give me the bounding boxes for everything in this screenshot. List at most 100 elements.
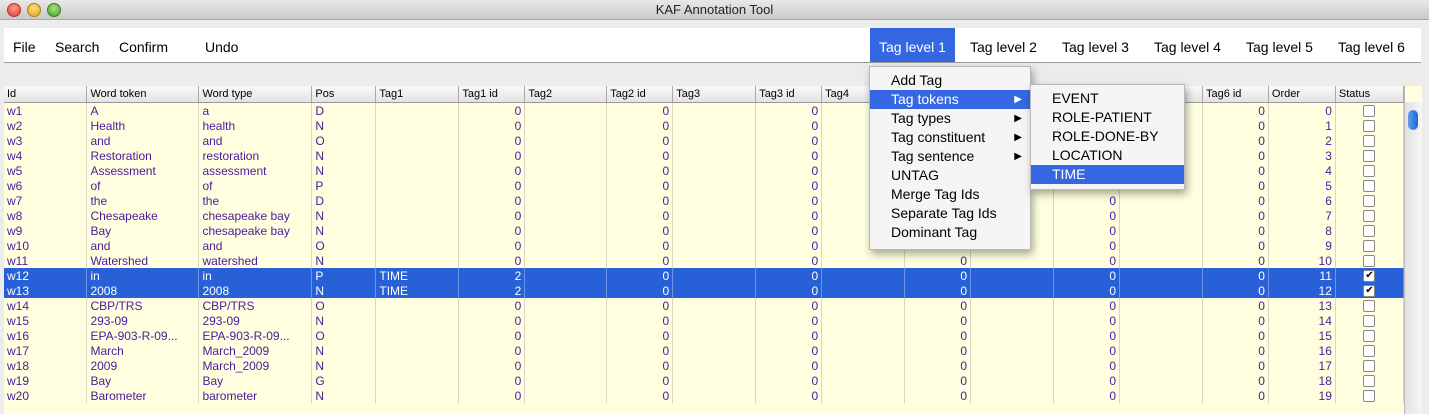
cell-type[interactable]: health bbox=[198, 118, 313, 133]
cell-tag3id[interactable]: 0 bbox=[755, 298, 823, 313]
table-row[interactable]: w6ofofP0000005 bbox=[4, 178, 1404, 193]
status-checkbox[interactable] bbox=[1363, 225, 1376, 238]
cell-order[interactable]: 15 bbox=[1268, 328, 1336, 343]
cell-type[interactable]: Bay bbox=[198, 373, 313, 388]
cell-order[interactable]: 6 bbox=[1268, 193, 1336, 208]
cell-order[interactable]: 2 bbox=[1268, 133, 1336, 148]
cell-pos[interactable]: O bbox=[311, 328, 377, 343]
cell-token[interactable]: March bbox=[86, 343, 200, 358]
table-row[interactable]: w20 Barometer barometer N 0 0 0 0 0 0 19 bbox=[4, 388, 1404, 403]
status-checkbox[interactable] bbox=[1363, 150, 1376, 163]
cell-tag4id[interactable]: 0 bbox=[904, 268, 972, 283]
cell-tag2id[interactable]: 0 bbox=[606, 238, 674, 253]
cell-tag5id[interactable]: 0 bbox=[1053, 373, 1120, 388]
cell-tag1[interactable] bbox=[375, 313, 460, 328]
cell-tag3id[interactable]: 0 bbox=[755, 118, 823, 133]
cell-token[interactable]: the bbox=[86, 193, 200, 208]
cell-tag6id[interactable]: 0 bbox=[1202, 238, 1269, 253]
cell-tag3id[interactable]: 0 bbox=[755, 208, 823, 223]
cell-token[interactable]: Chesapeake bbox=[86, 208, 200, 223]
cell-token[interactable]: EPA-903-R-09... bbox=[86, 328, 200, 343]
tag-level-2-menu[interactable]: Tag level 2 bbox=[961, 28, 1046, 62]
cell-tag6id[interactable]: 0 bbox=[1202, 148, 1269, 163]
cell-tag6id[interactable]: 0 bbox=[1202, 163, 1269, 178]
cell-order[interactable]: 11 bbox=[1268, 268, 1336, 283]
cell-tag1id[interactable]: 0 bbox=[458, 223, 526, 238]
cell-tag1id[interactable]: 0 bbox=[458, 358, 526, 373]
table-row[interactable]: w19 Bay Bay G 0 0 0 0 0 0 18 bbox=[4, 373, 1404, 388]
status-checkbox[interactable] bbox=[1363, 180, 1376, 193]
cell-tag2id[interactable]: 0 bbox=[606, 253, 674, 268]
cell-tag3[interactable] bbox=[672, 388, 757, 403]
cell-tag5id[interactable]: 0 bbox=[1053, 208, 1120, 223]
cell-tag5id[interactable]: 0 bbox=[1053, 223, 1120, 238]
cell-type[interactable]: barometer bbox=[198, 388, 313, 403]
cell-type[interactable]: 2008 bbox=[198, 283, 313, 298]
cell-pos[interactable]: N bbox=[311, 388, 377, 403]
cell-tag1[interactable] bbox=[375, 133, 460, 148]
cell-token[interactable]: Bay bbox=[86, 223, 200, 238]
cell-order[interactable]: 19 bbox=[1268, 388, 1336, 403]
cell-tag1id[interactable]: 0 bbox=[458, 193, 526, 208]
cell-tag6id[interactable]: 0 bbox=[1202, 373, 1269, 388]
cell-tag1[interactable] bbox=[375, 148, 460, 163]
cell-tag2[interactable] bbox=[524, 298, 608, 313]
cell-tag6[interactable] bbox=[1119, 268, 1203, 283]
cell-tag3[interactable] bbox=[672, 133, 757, 148]
cell-tag5id[interactable]: 0 bbox=[1053, 388, 1120, 403]
menu-item-tag-sentence[interactable]: Tag sentence ▶ bbox=[870, 147, 1030, 166]
cell-tag5[interactable] bbox=[970, 373, 1055, 388]
cell-id[interactable]: w9 bbox=[4, 223, 88, 238]
cell-token[interactable]: Barometer bbox=[86, 388, 200, 403]
cell-tag3id[interactable]: 0 bbox=[755, 102, 823, 118]
cell-tag1[interactable] bbox=[375, 178, 460, 193]
cell-tag1[interactable] bbox=[375, 298, 460, 313]
cell-order[interactable]: 8 bbox=[1268, 223, 1336, 238]
menu-item-tag-tokens[interactable]: Tag tokens ▶ bbox=[870, 90, 1030, 109]
cell-tag6id[interactable]: 0 bbox=[1202, 133, 1269, 148]
cell-tag3[interactable] bbox=[672, 343, 757, 358]
cell-tag6id[interactable]: 0 bbox=[1202, 223, 1269, 238]
cell-tag5[interactable] bbox=[970, 328, 1055, 343]
cell-tag1[interactable]: TIME bbox=[375, 283, 460, 298]
cell-tag4[interactable] bbox=[821, 313, 906, 328]
cell-tag4id[interactable]: 0 bbox=[904, 298, 972, 313]
cell-tag4id[interactable]: 0 bbox=[904, 373, 972, 388]
cell-pos[interactable]: O bbox=[311, 238, 377, 253]
cell-tag4id[interactable]: 0 bbox=[904, 358, 972, 373]
cell-tag3[interactable] bbox=[672, 118, 757, 133]
column-header[interactable]: Tag2 id bbox=[606, 86, 674, 103]
table-row[interactable]: w4RestorationrestorationN0000003 bbox=[4, 148, 1404, 163]
cell-tag3[interactable] bbox=[672, 193, 757, 208]
cell-tag2id[interactable]: 0 bbox=[606, 133, 674, 148]
cell-tag5id[interactable]: 0 bbox=[1053, 343, 1120, 358]
column-header[interactable]: Status bbox=[1335, 86, 1404, 103]
status-checkbox[interactable] bbox=[1363, 255, 1376, 268]
cell-tag3id[interactable]: 0 bbox=[755, 358, 823, 373]
cell-tag6[interactable] bbox=[1119, 283, 1203, 298]
cell-tag6[interactable] bbox=[1119, 373, 1203, 388]
cell-tag5id[interactable]: 0 bbox=[1053, 328, 1120, 343]
cell-tag6[interactable] bbox=[1119, 253, 1203, 268]
cell-pos[interactable]: P bbox=[311, 178, 377, 193]
table-row[interactable]: w18 2009 March_2009 N 0 0 0 0 0 0 17 bbox=[4, 358, 1404, 373]
table-row[interactable]: w13 2008 2008 N TIME 2 0 0 0 0 0 12 ✔ bbox=[4, 283, 1404, 298]
table-row[interactable]: w3andandO0000002 bbox=[4, 133, 1404, 148]
cell-tag2id[interactable]: 0 bbox=[606, 388, 674, 403]
table-row[interactable]: w15 293-09 293-09 N 0 0 0 0 0 0 14 bbox=[4, 313, 1404, 328]
cell-tag3[interactable] bbox=[672, 373, 757, 388]
cell-tag2[interactable] bbox=[524, 193, 608, 208]
cell-tag2[interactable] bbox=[524, 118, 608, 133]
status-checkbox[interactable] bbox=[1363, 300, 1376, 313]
cell-tag3[interactable] bbox=[672, 163, 757, 178]
cell-tag1id[interactable]: 0 bbox=[458, 298, 526, 313]
scrollbar-thumb[interactable] bbox=[1408, 110, 1418, 130]
submenu-item-role-patient[interactable]: ROLE-PATIENT bbox=[1031, 108, 1184, 127]
cell-tag3id[interactable]: 0 bbox=[755, 373, 823, 388]
cell-token[interactable]: and bbox=[86, 133, 200, 148]
table-row[interactable]: w12 in in P TIME 2 0 0 0 0 0 11 ✔ bbox=[4, 268, 1404, 283]
cell-token[interactable]: Health bbox=[86, 118, 200, 133]
cell-tag3[interactable] bbox=[672, 328, 757, 343]
cell-tag2id[interactable]: 0 bbox=[606, 358, 674, 373]
cell-tag6id[interactable]: 0 bbox=[1202, 343, 1269, 358]
